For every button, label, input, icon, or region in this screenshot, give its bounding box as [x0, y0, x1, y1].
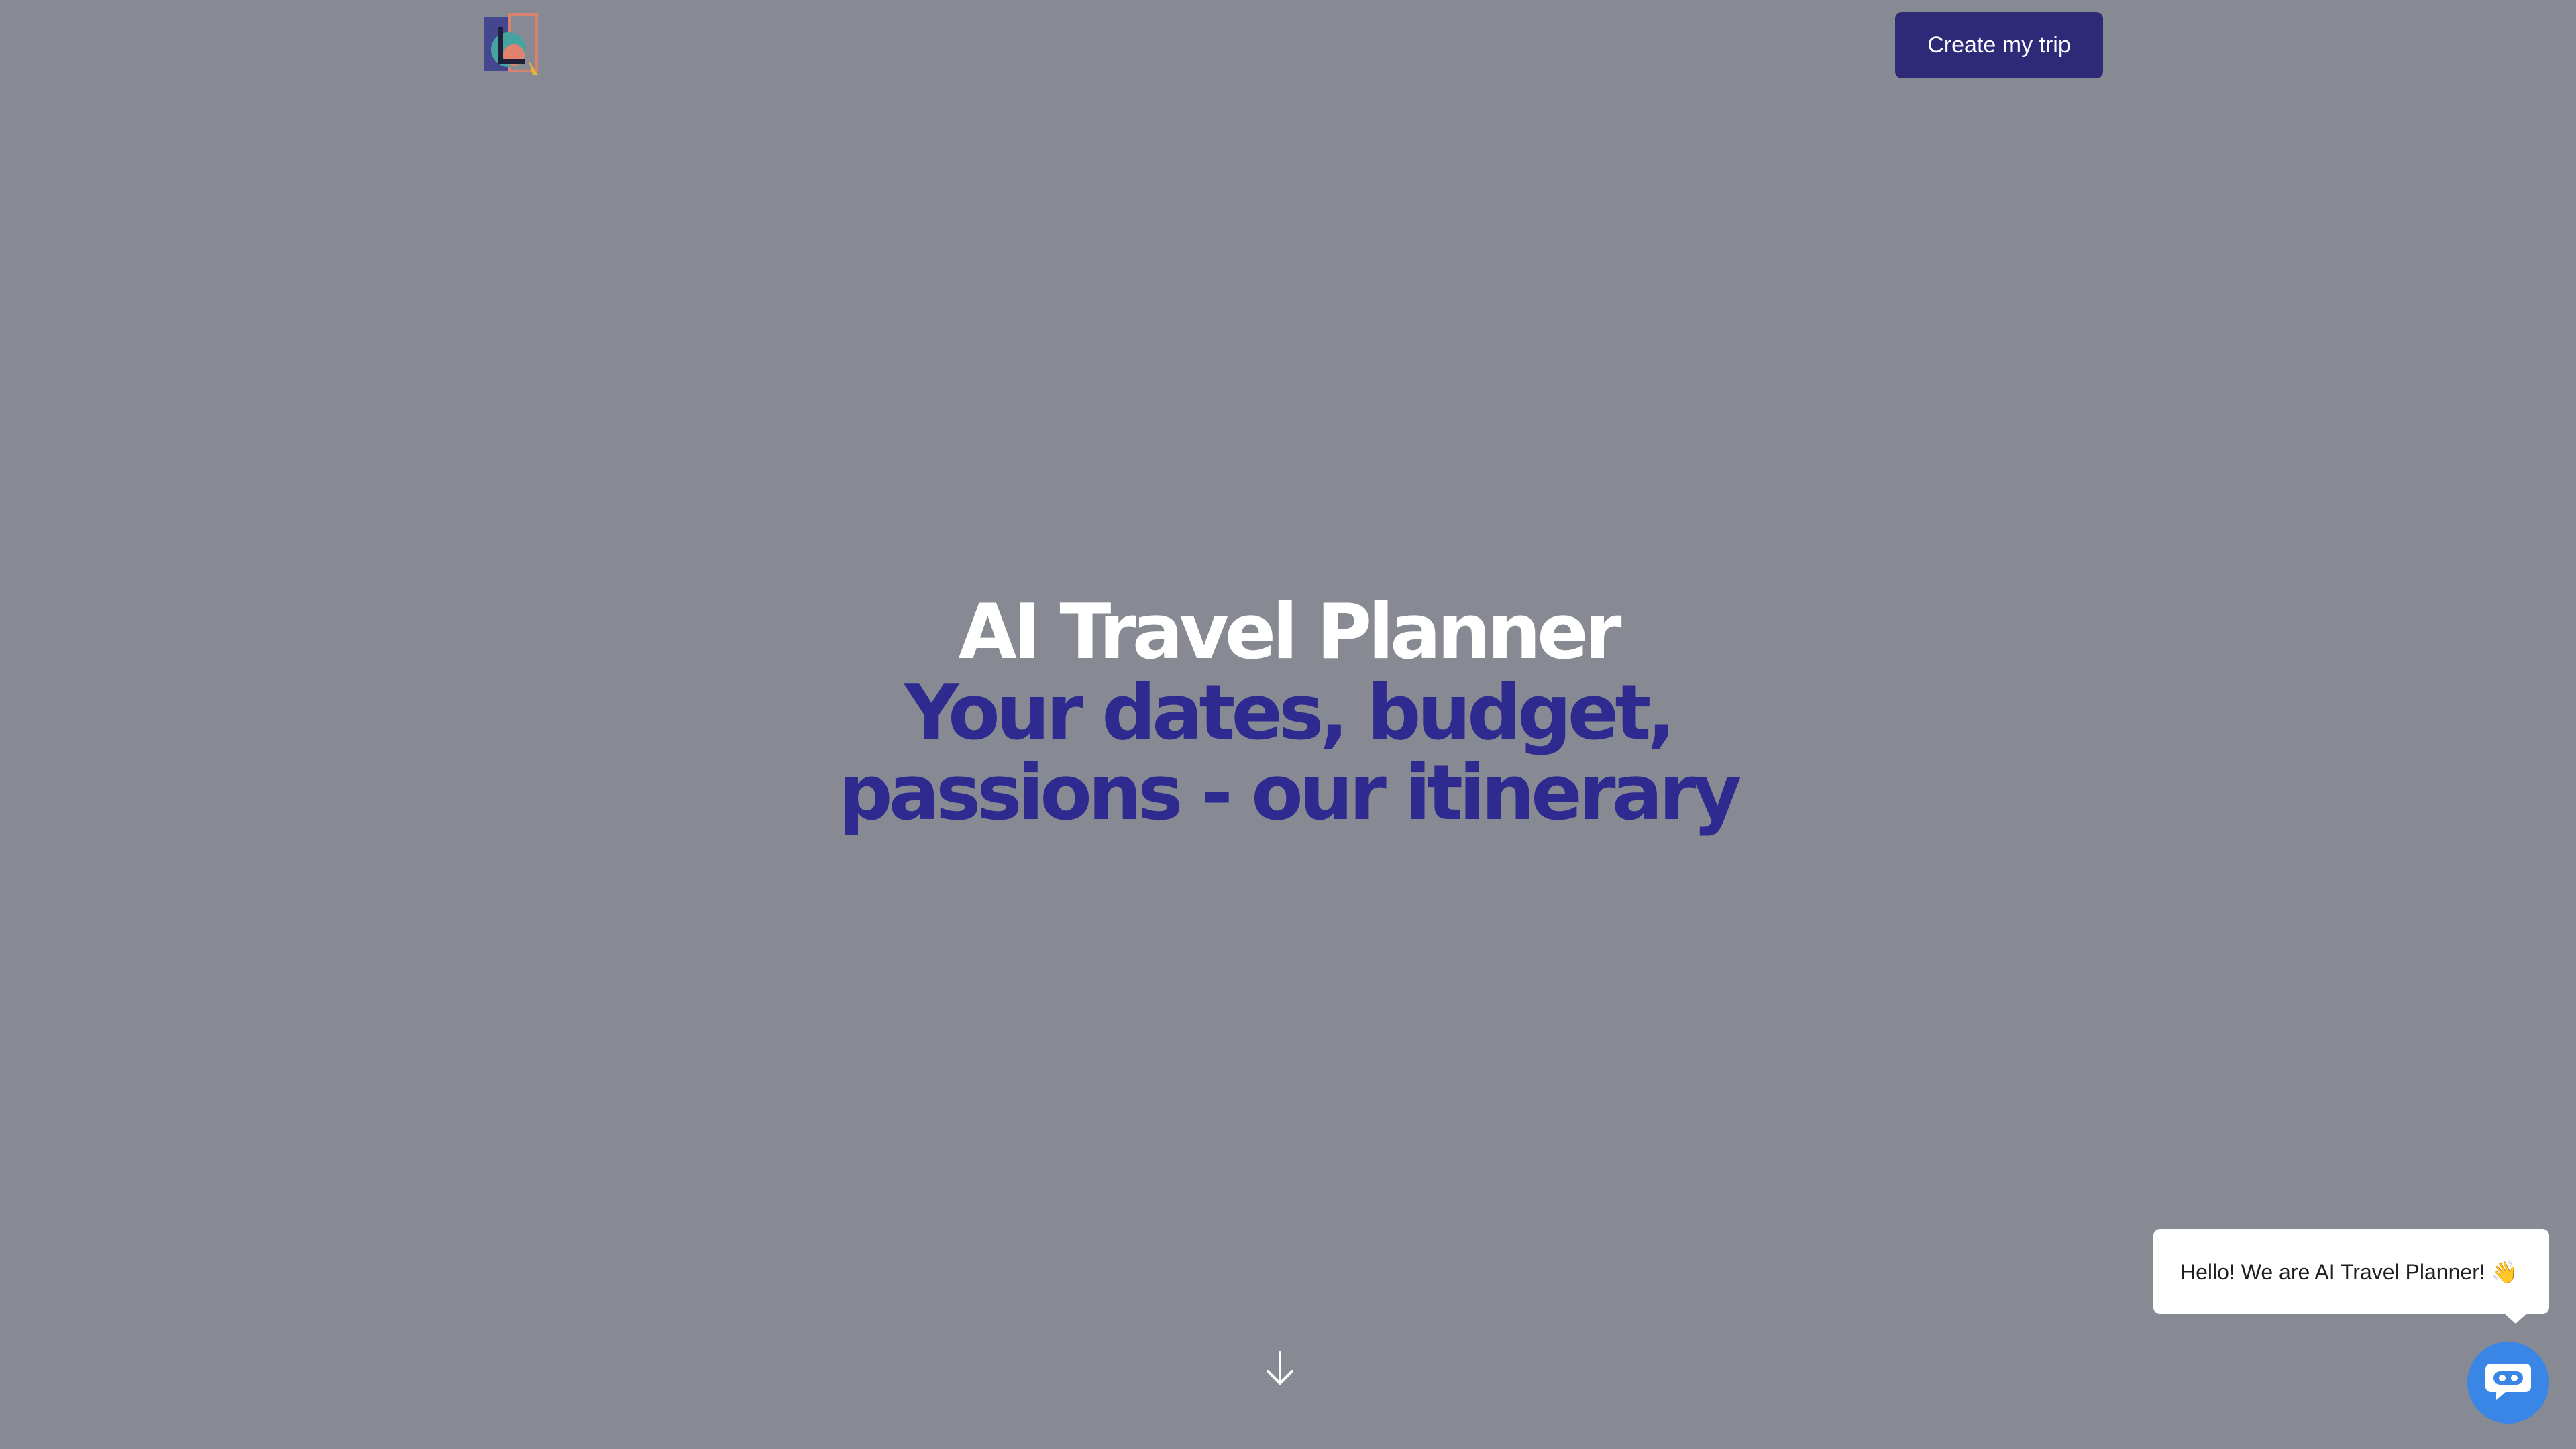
create-my-trip-button[interactable]: Create my trip: [1895, 12, 2103, 78]
arrow-down-icon[interactable]: [1264, 1350, 1296, 1387]
chatbot-icon: [2484, 1360, 2532, 1406]
chat-bubble-tail: [2502, 1311, 2529, 1324]
hero-section: AI Travel Planner Your dates, budget, pa…: [0, 592, 2576, 833]
hero-title: AI Travel Planner: [958, 588, 1622, 676]
app-logo-icon[interactable]: [482, 13, 541, 78]
hero-subtitle-line-1: Your dates, budget,: [904, 668, 1676, 757]
hero-subtitle-line-2: passions - our itinerary: [838, 749, 1741, 837]
chat-launcher-button[interactable]: [2467, 1342, 2549, 1424]
chat-greeting-text: Hello! We are AI Travel Planner! 👋: [2180, 1259, 2518, 1284]
chat-greeting-bubble[interactable]: Hello! We are AI Travel Planner! 👋: [2153, 1229, 2549, 1314]
